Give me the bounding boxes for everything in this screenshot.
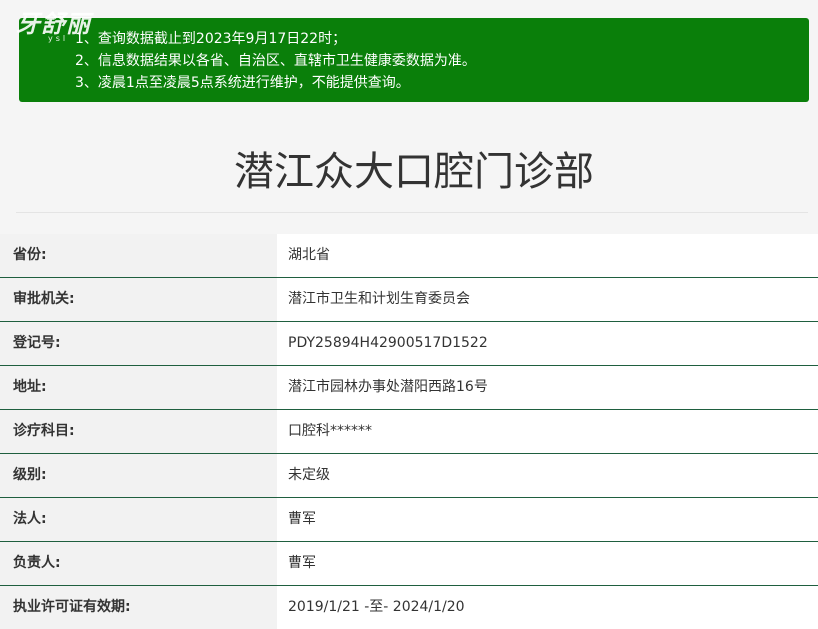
info-label: 审批机关: bbox=[0, 278, 277, 321]
info-label: 省份: bbox=[0, 234, 277, 277]
info-row-level: 级别: 未定级 bbox=[0, 454, 818, 498]
info-row-registration-number: 登记号: PDY25894H42900517D1522 bbox=[0, 322, 818, 366]
info-value: 潜江市园林办事处潜阳西路16号 bbox=[277, 366, 818, 409]
info-row-legal-person: 法人: 曹军 bbox=[0, 498, 818, 542]
info-label: 级别: bbox=[0, 454, 277, 497]
info-table: 省份: 湖北省 审批机关: 潜江市卫生和计划生育委员会 登记号: PDY2589… bbox=[0, 234, 818, 629]
notice-line-1: 1、查询数据截止到2023年9月17日22时； bbox=[75, 31, 347, 47]
info-label: 法人: bbox=[0, 498, 277, 541]
info-row-province: 省份: 湖北省 bbox=[0, 234, 818, 278]
info-row-departments: 诊疗科目: 口腔科****** bbox=[0, 410, 818, 454]
info-value: 潜江市卫生和计划生育委员会 bbox=[277, 278, 818, 321]
page-title: 潜江众大口腔门诊部 bbox=[234, 149, 594, 195]
info-row-person-in-charge: 负责人: 曹军 bbox=[0, 542, 818, 586]
info-value: 曹军 bbox=[277, 498, 818, 541]
info-value: 2019/1/21 -至- 2024/1/20 bbox=[277, 586, 818, 629]
info-label: 执业许可证有效期: bbox=[0, 586, 277, 629]
title-divider bbox=[16, 212, 808, 213]
info-label: 诊疗科目: bbox=[0, 410, 277, 453]
info-row-approval-authority: 审批机关: 潜江市卫生和计划生育委员会 bbox=[0, 278, 818, 322]
info-value: PDY25894H42900517D1522 bbox=[277, 322, 818, 365]
info-label: 负责人: bbox=[0, 542, 277, 585]
info-label: 登记号: bbox=[0, 322, 277, 365]
notice-line-2: 2、信息数据结果以各省、自治区、直辖市卫生健康委数据为准。 bbox=[75, 53, 476, 69]
notice-line-3: 3、凌晨1点至凌晨5点系统进行维护，不能提供查询。 bbox=[75, 75, 410, 91]
info-label: 地址: bbox=[0, 366, 277, 409]
info-value: 未定级 bbox=[277, 454, 818, 497]
info-value: 曹军 bbox=[277, 542, 818, 585]
info-row-license-validity: 执业许可证有效期: 2019/1/21 -至- 2024/1/20 bbox=[0, 586, 818, 629]
info-row-address: 地址: 潜江市园林办事处潜阳西路16号 bbox=[0, 366, 818, 410]
info-value: 口腔科****** bbox=[277, 410, 818, 453]
info-value: 湖北省 bbox=[277, 234, 818, 277]
notice-banner: 1、查询数据截止到2023年9月17日22时； 2、信息数据结果以各省、自治区、… bbox=[19, 18, 809, 102]
